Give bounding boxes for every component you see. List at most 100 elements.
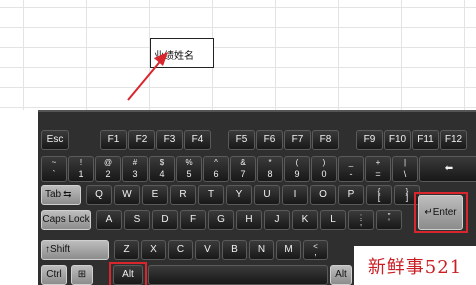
shift-key[interactable]: ↑Shift [41,240,109,260]
key-7[interactable]: & 7 [230,156,256,182]
key-h[interactable]: H [236,210,262,230]
key-o[interactable]: O [310,185,336,205]
key-k[interactable]: K [292,210,318,230]
key-base-symbol: 3 [132,169,138,179]
key-m[interactable]: M [276,240,301,260]
key-shift-symbol: @ [103,158,113,167]
key-base-symbol: 2 [105,169,111,179]
key-f1[interactable]: F1 [100,130,127,150]
key-bracket-open[interactable]: {[ [366,185,392,205]
key-6[interactable]: ^ 6 [203,156,229,182]
key-shift-symbol: # [132,158,138,167]
key-9[interactable]: (9 [284,156,310,182]
key-shift-symbol: ! [79,158,83,167]
key-base-symbol: 4 [159,169,165,179]
key-3[interactable]: #3 [122,156,148,182]
key-8[interactable]: * 8 [257,156,283,182]
key-comma[interactable]: <, [303,240,328,260]
key-2[interactable]: @2 [95,156,121,182]
key-f[interactable]: F [180,210,206,230]
key-base-symbol: ` [52,169,56,179]
key-shift-symbol: ^ [214,158,218,167]
key-n[interactable]: N [249,240,274,260]
key-base-symbol: 7 [240,169,246,179]
key-shift-symbol: ) [322,158,326,167]
key-f3[interactable]: F3 [156,130,183,150]
key-x[interactable]: X [141,240,166,260]
key-symbol[interactable]: + = [365,156,391,182]
key-base-symbol: 0 [321,169,327,179]
key-semicolon[interactable]: :; [348,210,374,230]
key-a[interactable]: A [96,210,122,230]
alt-highlight [109,262,147,285]
key-t[interactable]: T [198,185,224,205]
alt-right-key[interactable]: Alt [330,265,352,285]
key-b[interactable]: B [222,240,247,260]
key-f8[interactable]: F8 [312,130,339,150]
key-shift-symbol: | [403,158,407,167]
key-f11[interactable]: F11 [412,130,439,150]
key-f2[interactable]: F2 [128,130,155,150]
key-shift-symbol: ( [295,158,299,167]
key-i[interactable]: I [282,185,308,205]
key-4[interactable]: $4 [149,156,175,182]
key-base-symbol: , [314,247,317,257]
key-shift-symbol: $ [159,158,165,167]
key-5[interactable]: % 5 [176,156,202,182]
caps-lock-key[interactable]: Caps Lock [41,210,91,230]
key-base-symbol: [ [377,192,381,202]
key-u[interactable]: U [254,185,280,205]
key-base-symbol: 6 [213,169,219,179]
key-1[interactable]: ! 1 [68,156,94,182]
key-l[interactable]: L [320,210,346,230]
key-base-symbol: 9 [294,169,300,179]
key-d[interactable]: D [152,210,178,230]
key-base-symbol: \ [403,169,407,179]
key-j[interactable]: J [264,210,290,230]
watermark-text: 新鲜事521 [354,246,476,285]
key-f4[interactable]: F4 [184,130,211,150]
key-base-symbol: ; [359,217,363,227]
key-e[interactable]: E [142,185,168,205]
key-shift-symbol: * [268,158,272,167]
key-shift-symbol: % [185,158,193,167]
key-shift-symbol: + [375,158,381,167]
windows-key[interactable]: ⊞ [71,265,93,285]
backspace-key[interactable]: ⬅ [419,156,476,182]
key-quote[interactable]: " ' [376,210,402,230]
key-base-symbol: 5 [186,169,192,179]
key-v[interactable]: V [195,240,220,260]
key-base-symbol: - [349,169,353,179]
key-symbol[interactable]: | \ [392,156,418,182]
key-q[interactable]: Q [86,185,112,205]
key-g[interactable]: G [208,210,234,230]
key-f12[interactable]: F12 [440,130,467,150]
key-base-symbol: ' [388,217,390,227]
key-f5[interactable]: F5 [228,130,255,150]
ctrl-key[interactable]: Ctrl [41,265,67,285]
tab-label: Tab [45,189,62,200]
key-y[interactable]: Y [226,185,252,205]
key-f6[interactable]: F6 [256,130,283,150]
key-base-symbol: 1 [78,169,84,179]
key-0[interactable]: ) 0 [311,156,337,182]
key-f10[interactable]: F10 [384,130,411,150]
key-shift-symbol: ~ [51,158,57,167]
key-shift-symbol: & [240,158,246,167]
key-symbol[interactable]: _ - [338,156,364,182]
key-esc[interactable]: Esc [41,130,69,150]
key-c[interactable]: C [168,240,193,260]
key-p[interactable]: P [338,185,364,205]
key-s[interactable]: S [124,210,150,230]
key-base-symbol: 8 [267,169,273,179]
space-key[interactable] [148,265,328,285]
key-z[interactable]: Z [114,240,139,260]
key-r[interactable]: R [170,185,196,205]
tab-key[interactable]: Tab ⇆ [41,185,81,205]
key-symbol[interactable]: ~ ` [41,156,67,182]
key-w[interactable]: W [114,185,140,205]
key-f7[interactable]: F7 [284,130,311,150]
key-f9[interactable]: F9 [356,130,383,150]
enter-highlight [414,192,468,233]
key-shift-symbol: _ [348,158,354,167]
